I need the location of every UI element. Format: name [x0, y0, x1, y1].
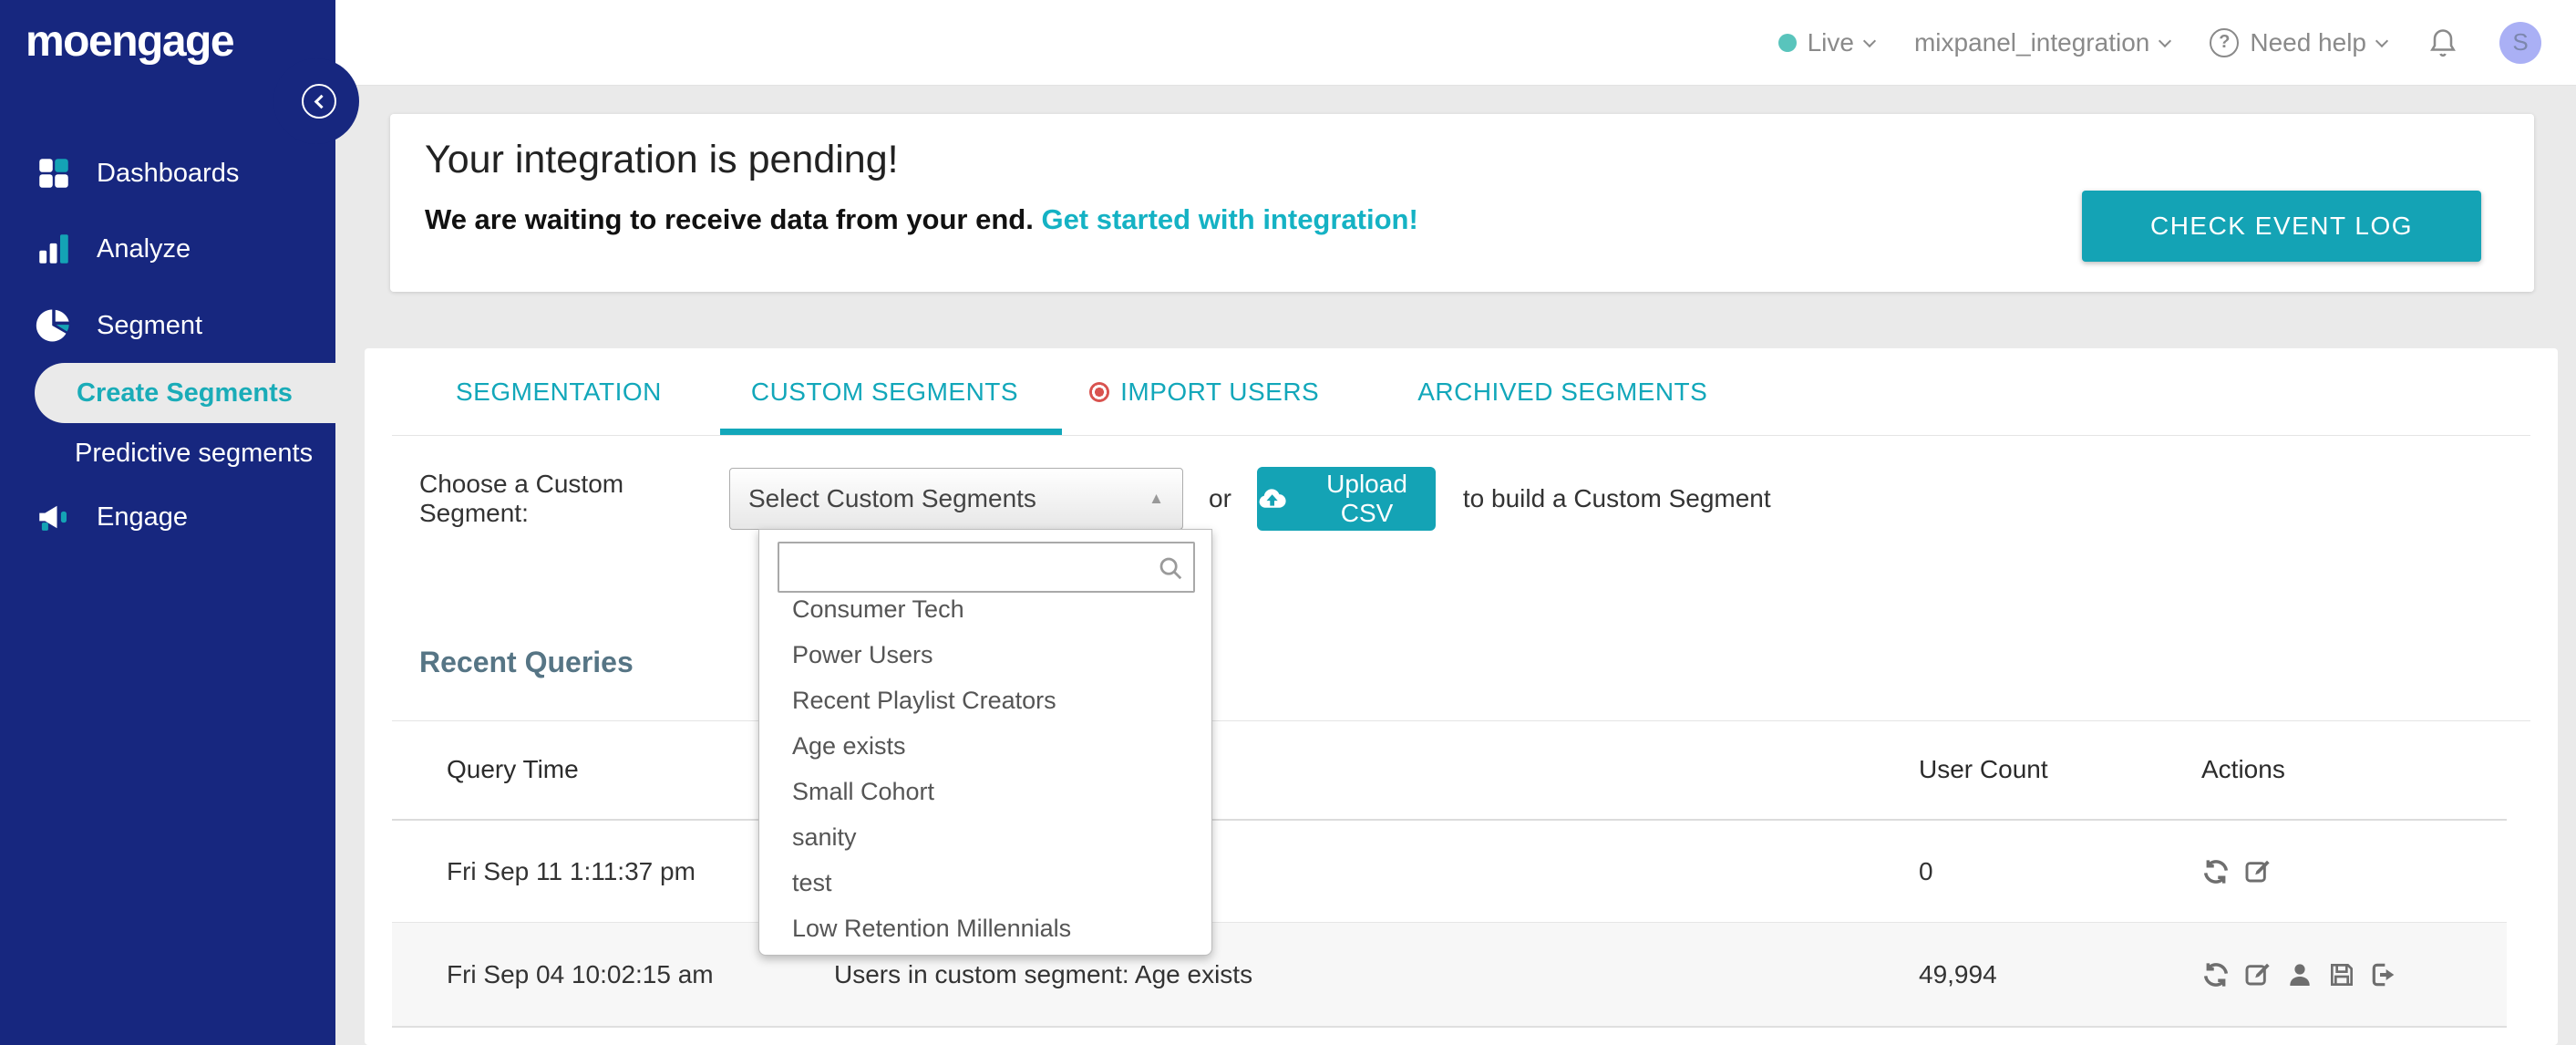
- upload-csv-button[interactable]: Upload CSV: [1256, 467, 1436, 531]
- sidebar-item-dashboards[interactable]: Dashboards: [0, 135, 335, 212]
- topbar: Live mixpanel_integration ? Need help S: [335, 0, 2576, 86]
- custom-segment-dropdown: Consumer Tech Power Users Recent Playlis…: [758, 529, 1212, 956]
- chevron-down-icon: [2375, 34, 2389, 47]
- integration-banner: Your integration is pending! We are wait…: [390, 114, 2534, 292]
- or-label: or: [1209, 484, 1231, 512]
- row-actions: [2201, 960, 2507, 989]
- divider: [392, 435, 2530, 436]
- question-circle-icon: ?: [2210, 27, 2240, 57]
- sidebar-item-analyze[interactable]: Analyze: [0, 211, 335, 287]
- query-time: Fri Sep 04 10:02:15 am: [447, 959, 714, 988]
- need-help-menu[interactable]: ? Need help: [2210, 27, 2389, 57]
- dashboards-icon: [39, 159, 68, 188]
- custom-segment-select[interactable]: Select Custom Segments ▲: [729, 468, 1183, 530]
- avatar[interactable]: S: [2499, 21, 2541, 64]
- list-item[interactable]: Power Users: [759, 632, 1211, 678]
- sidebar-item-predictive-segments[interactable]: Predictive segments: [75, 423, 313, 483]
- save-icon[interactable]: [2327, 960, 2356, 989]
- build-segment-label: to build a Custom Segment: [1462, 484, 1771, 512]
- cloud-upload-icon: [1259, 489, 1286, 508]
- sidebar-item-engage[interactable]: Engage: [0, 479, 335, 555]
- avatar-initial: S: [2512, 28, 2529, 56]
- refresh-icon[interactable]: [2201, 960, 2231, 989]
- red-dot-icon: [1089, 381, 1110, 402]
- chevron-down-icon: [1862, 34, 1877, 47]
- refresh-icon[interactable]: [2201, 857, 2231, 886]
- col-user-count: User Count: [1919, 755, 2048, 783]
- list-item[interactable]: Small Cohort: [759, 769, 1211, 814]
- user-count: 49,994: [1919, 959, 1997, 988]
- app-selector[interactable]: mixpanel_integration: [1913, 27, 2172, 57]
- sidebar-item-label: Predictive segments: [75, 438, 314, 468]
- app-name-label: mixpanel_integration: [1913, 27, 2150, 57]
- sidebar-item-label: Create Segments: [77, 378, 293, 408]
- segment-search-input[interactable]: [779, 543, 1193, 591]
- tab-import-users-label: IMPORT USERS: [1120, 377, 1320, 406]
- recent-queries-title: Recent Queries: [419, 646, 634, 678]
- chevron-up-icon: ▲: [1149, 490, 1164, 507]
- live-status-dot: [1777, 33, 1797, 52]
- tab-custom-segments[interactable]: CUSTOM SEGMENTS: [751, 378, 1018, 407]
- banner-title: Your integration is pending!: [425, 138, 899, 181]
- get-started-link[interactable]: Get started with integration!: [1041, 203, 1417, 235]
- tab-import-users[interactable]: IMPORT USERS: [1089, 378, 1319, 407]
- list-item[interactable]: Low Retention Millennials: [759, 905, 1211, 951]
- environment-label: Live: [1807, 27, 1854, 57]
- chevron-down-icon: [2159, 34, 2172, 47]
- upload-csv-label: Upload CSV: [1326, 470, 1407, 527]
- list-item[interactable]: Recent Playlist Creators: [759, 678, 1211, 723]
- sidebar-item-label: Segment: [97, 310, 203, 340]
- tab-bar: SEGMENTATION CUSTOM SEGMENTS IMPORT USER…: [456, 348, 1707, 435]
- list-item[interactable]: sanity: [759, 814, 1211, 860]
- sidebar-item-label: Dashboards: [97, 158, 240, 188]
- custom-segment-controls: Choose a Custom Segment: Select Custom S…: [419, 467, 1771, 531]
- row-actions: [2201, 857, 2507, 886]
- list-item[interactable]: Age exists: [759, 723, 1211, 769]
- search-icon: [1159, 557, 1182, 580]
- moengage-app: Live mixpanel_integration ? Need help S …: [0, 0, 2576, 1045]
- table-header-row: Query Time User Count Actions: [392, 720, 2507, 821]
- segment-search: [778, 542, 1195, 593]
- need-help-label: Need help: [2250, 27, 2366, 57]
- export-icon[interactable]: [2369, 960, 2398, 989]
- query-text: Users in custom segment: Age exists: [834, 959, 1253, 988]
- engage-icon: [39, 505, 67, 531]
- table-row: Fri Sep 11 1:11:37 pm 0: [392, 821, 2507, 923]
- segment-icon: [36, 309, 69, 342]
- check-event-log-button[interactable]: CHECK EVENT LOG: [2082, 191, 2481, 262]
- banner-message-text: We are waiting to receive data from your…: [425, 203, 1042, 235]
- sidebar-collapse-button[interactable]: [302, 84, 336, 119]
- bell-icon[interactable]: [2427, 26, 2459, 59]
- recent-queries-table: Query Time User Count Actions Fri Sep 11…: [392, 720, 2507, 1028]
- list-item[interactable]: test: [759, 860, 1211, 905]
- sidebar-item-label: Engage: [97, 502, 188, 532]
- tab-segmentation[interactable]: SEGMENTATION: [456, 378, 662, 407]
- sidebar: moengage Dashboards Analyze Segment Crea…: [0, 0, 359, 1045]
- list-item[interactable]: Consumer Tech: [759, 586, 1211, 632]
- environment-selector[interactable]: Live: [1777, 27, 1877, 57]
- user-icon[interactable]: [2285, 960, 2314, 989]
- choose-segment-label: Choose a Custom Segment:: [419, 470, 624, 527]
- chevron-left-icon: [314, 94, 328, 109]
- select-value: Select Custom Segments: [748, 484, 1036, 512]
- sidebar-item-create-segments[interactable]: Create Segments: [35, 363, 335, 423]
- analyze-icon: [39, 234, 68, 264]
- sidebar-item-segment[interactable]: Segment: [0, 287, 335, 364]
- segments-card: SEGMENTATION CUSTOM SEGMENTS IMPORT USER…: [365, 348, 2558, 1045]
- tab-archived-segments[interactable]: ARCHIVED SEGMENTS: [1417, 378, 1707, 407]
- active-tab-underline: [720, 429, 1062, 435]
- col-actions: Actions: [2201, 755, 2285, 783]
- moengage-logo: moengage: [26, 17, 235, 66]
- segment-options-list: Consumer Tech Power Users Recent Playlis…: [759, 586, 1211, 951]
- banner-message: We are waiting to receive data from your…: [425, 203, 1418, 236]
- edit-icon[interactable]: [2243, 960, 2272, 989]
- user-count: 0: [1919, 856, 1933, 885]
- sidebar-item-label: Analyze: [97, 233, 191, 264]
- edit-icon[interactable]: [2243, 857, 2272, 886]
- table-row: Fri Sep 04 10:02:15 am Users in custom s…: [392, 923, 2507, 1028]
